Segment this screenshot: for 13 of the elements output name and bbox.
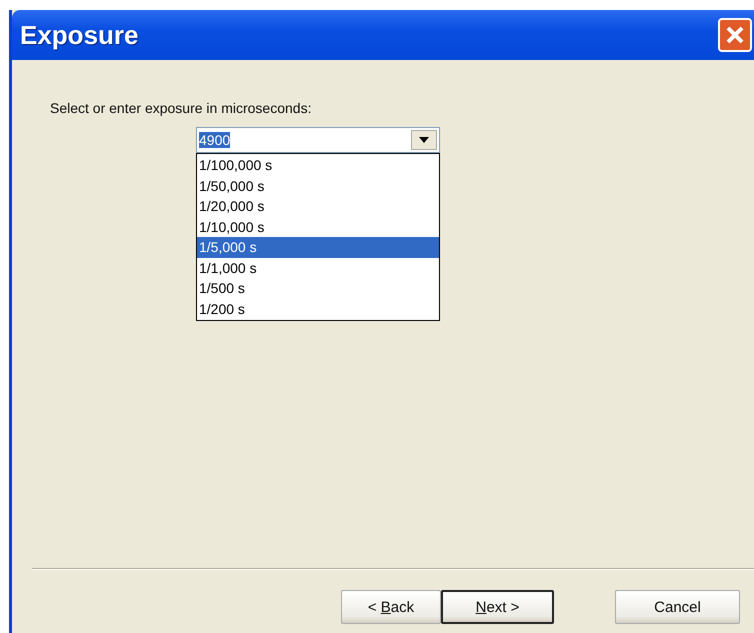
prompt-label: Select or enter exposure in microseconds: [50, 100, 312, 116]
window-title: Exposure [20, 20, 138, 50]
dialog-button[interactable]: < Back [341, 590, 441, 624]
close-icon [726, 26, 744, 44]
dropdown-button[interactable] [411, 130, 437, 150]
dropdown-option[interactable]: 1/1,000 s [197, 258, 439, 278]
dropdown-option[interactable]: 1/5,000 s [197, 237, 439, 258]
combo-value: 4900 [199, 132, 230, 148]
close-button[interactable] [718, 18, 752, 52]
dialog-button[interactable]: Next > [441, 590, 554, 624]
dialog-button[interactable]: Cancel [615, 590, 740, 624]
exposure-combo-box[interactable]: 4900 [196, 127, 440, 153]
caret-icon [419, 137, 429, 143]
